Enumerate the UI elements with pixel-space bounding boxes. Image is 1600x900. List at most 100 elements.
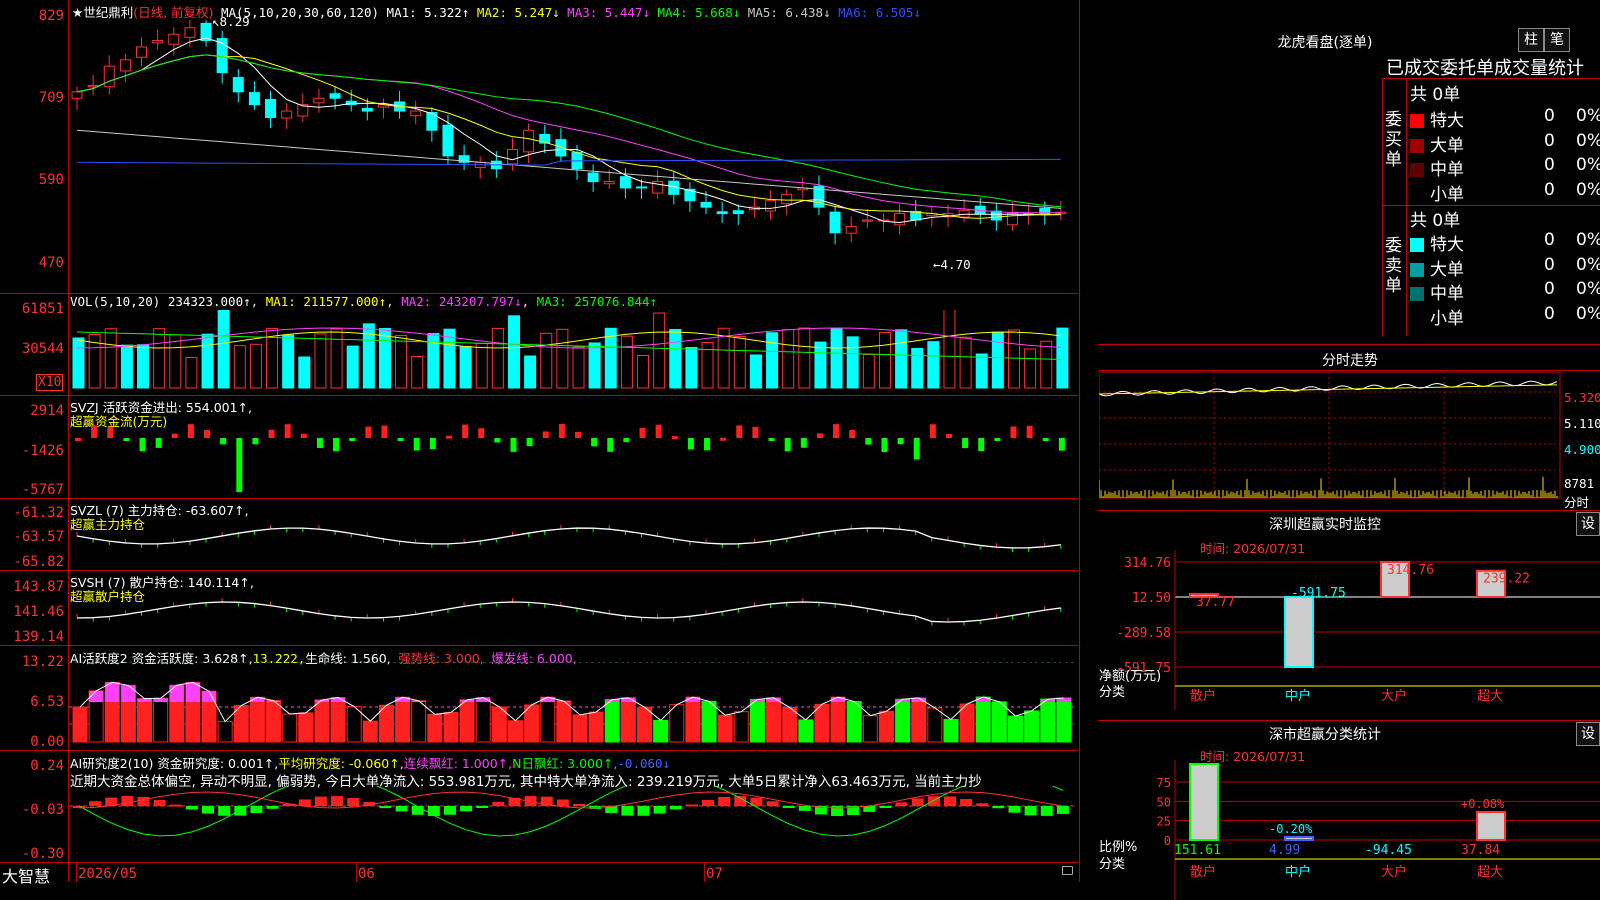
tick-mode-button[interactable]: 笔 bbox=[1544, 28, 1570, 52]
y-tick: 2914 bbox=[30, 403, 64, 419]
candle-body bbox=[152, 40, 164, 44]
svzj-chart[interactable] bbox=[69, 400, 1077, 496]
volume-bar bbox=[653, 312, 666, 389]
intraday-price-line bbox=[1099, 380, 1558, 397]
flow-bar bbox=[607, 438, 614, 452]
axis-label: 净额(万元) bbox=[1099, 669, 1161, 684]
research-bar bbox=[379, 806, 392, 808]
activity-bar bbox=[427, 713, 443, 743]
brand-logo[interactable]: 大智慧 bbox=[2, 863, 50, 887]
order-count: 0 bbox=[1544, 279, 1555, 299]
order-row: 特大 0 0% bbox=[1410, 106, 1600, 131]
candle-body bbox=[136, 46, 148, 58]
ma-line bbox=[76, 129, 1061, 209]
flow-bar bbox=[413, 438, 420, 451]
activity-bar bbox=[217, 721, 233, 743]
sz-monitor-settings-button[interactable]: 设 bbox=[1576, 512, 1600, 536]
activity-bar bbox=[685, 696, 701, 743]
flow-bar bbox=[252, 438, 259, 445]
activity-bar bbox=[749, 698, 765, 743]
ai-research-v5: -0.060↓ bbox=[617, 756, 671, 771]
activity-bar bbox=[943, 718, 959, 743]
flow-bar bbox=[91, 425, 98, 438]
research-bar bbox=[863, 806, 876, 812]
order-pct: 0% bbox=[1576, 279, 1600, 299]
y-tick: -61.32 bbox=[13, 505, 64, 521]
flow-bar bbox=[204, 429, 211, 438]
y-tick-label: -289.58 bbox=[1116, 626, 1171, 641]
order-row: 大单 0 0% bbox=[1410, 131, 1600, 156]
volume-bar bbox=[943, 310, 956, 389]
research-bar bbox=[669, 806, 682, 810]
flow-bar bbox=[687, 438, 694, 450]
flow-bar bbox=[171, 433, 178, 438]
main-chart-header: ★世纪鼎利(日线, 前复权) MA(5,10,20,30,60,120) MA1… bbox=[72, 2, 921, 21]
candle-body bbox=[861, 219, 873, 222]
activity-bar bbox=[1024, 710, 1040, 743]
candle-body bbox=[506, 148, 518, 165]
activity-bar bbox=[346, 706, 362, 743]
activity-bar bbox=[895, 698, 911, 743]
color-swatch bbox=[1410, 163, 1424, 177]
research-bar bbox=[1024, 806, 1037, 816]
volume-bar bbox=[766, 332, 779, 389]
flow-bar bbox=[349, 438, 356, 441]
candle-body bbox=[523, 129, 535, 153]
sz-monitor-chart[interactable]: 314.7612.50-289.58-591.7537.77-591.75314… bbox=[1099, 550, 1600, 718]
svsh-chart[interactable] bbox=[69, 572, 1077, 644]
research-bar bbox=[202, 806, 215, 814]
ma-value: MA4: 5.668↓ bbox=[649, 5, 741, 20]
research-bar bbox=[702, 799, 715, 806]
bar-value-label: -591.75 bbox=[1291, 586, 1346, 601]
flow-bar bbox=[155, 438, 162, 448]
candlestick-chart[interactable] bbox=[69, 20, 1077, 292]
activity-bar bbox=[443, 711, 459, 743]
volume-bar bbox=[782, 329, 795, 389]
volume-bar bbox=[540, 332, 553, 389]
lock-icon[interactable] bbox=[1062, 866, 1073, 875]
period-label[interactable]: (日线, 前复权) bbox=[133, 5, 213, 20]
candle-body bbox=[700, 201, 712, 208]
research-bar bbox=[411, 806, 424, 815]
svzl-chart[interactable] bbox=[69, 500, 1077, 569]
category-label: 大户 bbox=[1381, 688, 1407, 704]
research-bar bbox=[153, 800, 166, 806]
order-row: 特大 0 0% bbox=[1410, 230, 1600, 255]
volume-chart[interactable] bbox=[69, 310, 1077, 394]
activity-bar bbox=[766, 697, 782, 743]
volume-bar bbox=[346, 345, 359, 389]
intraday-chart[interactable] bbox=[1099, 372, 1561, 508]
flow-bar bbox=[333, 438, 340, 452]
activity-bar bbox=[330, 697, 346, 743]
activity-bar bbox=[911, 697, 927, 743]
research-bar bbox=[911, 798, 924, 806]
intraday-y-tick: 4.900 bbox=[1564, 442, 1600, 457]
stock-name[interactable]: 世纪鼎利 bbox=[83, 5, 133, 20]
volume-bar bbox=[1056, 327, 1069, 389]
flow-bar bbox=[445, 435, 452, 439]
bar-mode-button[interactable]: 柱 bbox=[1518, 28, 1544, 52]
ai-research-chart[interactable] bbox=[69, 786, 1077, 862]
activity-bar bbox=[282, 713, 298, 743]
activity-bar bbox=[669, 704, 685, 743]
y-tick: 0.00 bbox=[30, 734, 64, 750]
volume-bar bbox=[104, 328, 117, 389]
flow-bar bbox=[526, 438, 533, 447]
order-count: 0 bbox=[1544, 106, 1555, 126]
ai-activity-chart[interactable] bbox=[69, 662, 1077, 749]
activity-bar bbox=[153, 697, 169, 743]
longhu-title: 龙虎看盘(逐单) bbox=[1277, 35, 1373, 51]
flow-bar bbox=[397, 438, 404, 441]
sz-stats-settings-button[interactable]: 设 bbox=[1576, 722, 1600, 746]
activity-bar bbox=[298, 712, 314, 743]
activity-bar bbox=[1040, 698, 1056, 743]
y-tick: -5767 bbox=[21, 482, 64, 498]
y-tick: -65.82 bbox=[13, 554, 64, 570]
order-row: 中单 0 0% bbox=[1410, 155, 1600, 180]
research-bar bbox=[460, 806, 473, 812]
activity-bar bbox=[72, 706, 88, 743]
category-label: 中户 bbox=[1285, 864, 1311, 880]
sz-stats-chart[interactable]: 75 50 25 0151.61 -0.20% 4.99 -94.45 +0.08% 37.84… bbox=[1099, 760, 1600, 900]
activity-bar bbox=[862, 715, 878, 743]
volume-bar bbox=[556, 328, 569, 389]
